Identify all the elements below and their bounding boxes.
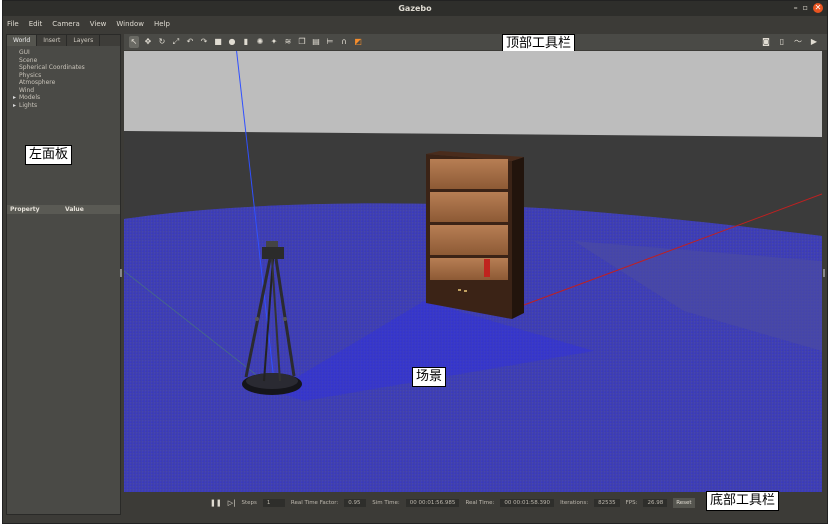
copy-icon[interactable]: ❐: [297, 36, 307, 48]
top-toolbar: ↖ ✥ ↻ ⤢ ↶ ↷ ■ ● ▮ ✺ ✦ ≋ ❐ ▤ ⊨ ∩ ◩ ◙ ▯ 〜 …: [124, 34, 827, 54]
paste-icon[interactable]: ▤: [311, 36, 321, 48]
scene-render[interactable]: [124, 51, 822, 492]
change-view-icon[interactable]: ◩: [353, 36, 363, 48]
value-column-header: Value: [65, 206, 84, 213]
sim-time-label: Sim Time:: [372, 500, 400, 506]
tab-insert[interactable]: Insert: [37, 35, 68, 46]
right-splitter-handle[interactable]: [823, 269, 825, 277]
menu-view[interactable]: View: [90, 20, 107, 28]
world-tree: GUI Scene Spherical Coordinates Physics …: [7, 46, 120, 109]
tree-item-physics[interactable]: Physics: [19, 72, 120, 80]
bookshelf-model: [426, 151, 524, 319]
cylinder-icon[interactable]: ▮: [241, 36, 251, 48]
sky-backdrop: [124, 51, 822, 141]
title-bar: Gazebo – ▫ ✕: [3, 1, 827, 16]
screenshot-icon[interactable]: ◙: [761, 36, 771, 48]
property-table-header: Property Value: [7, 205, 120, 214]
menu-bar: File Edit Camera View Window Help: [3, 16, 827, 32]
gazebo-window: Gazebo – ▫ ✕ File Edit Camera View Windo…: [2, 0, 828, 524]
window-title: Gazebo: [398, 4, 432, 13]
sphere-icon[interactable]: ●: [227, 36, 237, 48]
log-icon[interactable]: ▯: [777, 36, 787, 48]
step-icon[interactable]: ▷|: [228, 499, 236, 507]
record-icon[interactable]: ▶: [809, 36, 819, 48]
tree-item-spherical-coordinates[interactable]: Spherical Coordinates: [19, 64, 120, 72]
menu-window[interactable]: Window: [116, 20, 144, 28]
tab-layers[interactable]: Layers: [67, 35, 101, 46]
menu-file[interactable]: File: [7, 20, 19, 28]
maximize-button[interactable]: ▫: [803, 3, 808, 13]
box-icon[interactable]: ■: [213, 36, 223, 48]
bottom-toolbar-annotation: 底部工具栏: [706, 491, 780, 511]
undo-icon[interactable]: ↶: [185, 36, 195, 48]
reset-button[interactable]: Reset: [673, 498, 695, 508]
iterations-label: Iterations:: [560, 500, 589, 506]
steps-stepper[interactable]: 1: [262, 499, 285, 507]
menu-edit[interactable]: Edit: [29, 20, 43, 28]
tree-item-models[interactable]: ▸ Models: [13, 94, 120, 102]
rotate-icon[interactable]: ↻: [157, 36, 167, 48]
real-time-label: Real Time:: [465, 500, 495, 506]
translate-icon[interactable]: ✥: [143, 36, 153, 48]
left-splitter-handle[interactable]: [120, 269, 122, 277]
left-panel-annotation: 左面板: [25, 145, 73, 165]
steps-label: Steps: [241, 500, 257, 506]
left-panel: World Insert Layers GUI Scene Spherical …: [6, 34, 121, 515]
iterations-value: 82535: [594, 499, 620, 507]
rtf-value: 0.95: [344, 499, 367, 507]
directional-light-icon[interactable]: ≋: [283, 36, 293, 48]
tree-item-scene[interactable]: Scene: [19, 57, 120, 65]
scale-icon[interactable]: ⤢: [171, 36, 181, 48]
real-time-value: 00 00:01:58.390: [500, 499, 555, 507]
spot-light-icon[interactable]: ✦: [269, 36, 279, 48]
tree-item-wind[interactable]: Wind: [19, 87, 120, 95]
plot-icon[interactable]: 〜: [793, 36, 803, 48]
scene-viewport[interactable]: 场景: [124, 51, 822, 492]
menu-help[interactable]: Help: [154, 20, 170, 28]
rtf-label: Real Time Factor:: [290, 500, 339, 506]
fps-value: 26.98: [643, 499, 668, 507]
bottom-toolbar: ❚❚ ▷| Steps 1 Real Time Factor: 0.95 Sim…: [124, 491, 822, 513]
close-button[interactable]: ✕: [813, 3, 823, 13]
minimize-button[interactable]: –: [794, 3, 798, 13]
tab-world[interactable]: World: [7, 35, 38, 46]
fps-label: FPS:: [625, 500, 638, 506]
left-panel-tabs: World Insert Layers: [7, 35, 120, 46]
tree-item-gui[interactable]: GUI: [19, 49, 120, 57]
sim-time-value: 00 00:01:56.985: [405, 499, 460, 507]
scene-annotation: 场景: [412, 367, 447, 387]
tree-item-lights[interactable]: ▸ Lights: [13, 102, 120, 110]
snap-icon[interactable]: ∩: [339, 36, 349, 48]
fire-extinguisher: [484, 259, 490, 277]
menu-camera[interactable]: Camera: [52, 20, 79, 28]
window-controls: – ▫ ✕: [794, 3, 823, 13]
top-toolbar-right: ◙ ▯ 〜 ▶: [761, 36, 819, 48]
select-icon[interactable]: ↖: [129, 36, 139, 48]
point-light-icon[interactable]: ✺: [255, 36, 265, 48]
tree-item-atmosphere[interactable]: Atmosphere: [19, 79, 120, 87]
align-icon[interactable]: ⊨: [325, 36, 335, 48]
pause-icon[interactable]: ❚❚: [210, 499, 222, 507]
property-column-header: Property: [10, 206, 40, 213]
redo-icon[interactable]: ↷: [199, 36, 209, 48]
